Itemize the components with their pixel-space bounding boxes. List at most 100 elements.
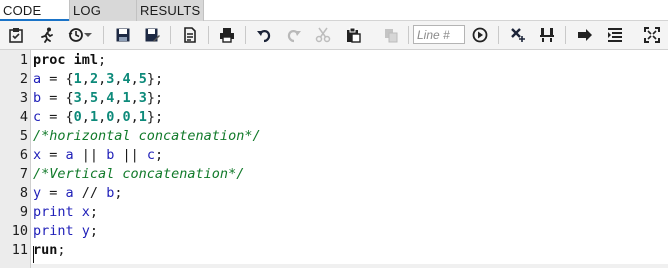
line-number: 9 — [19, 204, 28, 220]
code-text[interactable]: /*Vertical concatenation*/ — [33, 165, 244, 184]
code-text[interactable]: print y; — [33, 222, 98, 241]
code-token: print — [33, 204, 74, 220]
code-token: , — [98, 90, 107, 106]
code-token: , — [81, 109, 90, 125]
code-token: = — [41, 185, 66, 201]
code-text[interactable]: y = a // b; — [33, 184, 122, 203]
code-token: , — [81, 71, 90, 87]
toolbar-separator — [565, 26, 566, 44]
code-token: , — [114, 109, 123, 125]
code-token: }; — [146, 90, 164, 106]
code-token: // — [73, 185, 107, 201]
code-token: 0 — [122, 109, 131, 125]
code-line[interactable]: 4 c = {0,1,0,0,1}; — [0, 108, 668, 127]
editor-toolbar — [0, 21, 668, 50]
code-editor[interactable]: 1 proc iml; 2 a = {1,2,3,4,5}; 3 b = {3,5,4,1… — [0, 50, 668, 268]
code-token: x — [33, 147, 42, 163]
code-token: || — [114, 147, 147, 163]
redo-icon[interactable] — [284, 26, 304, 44]
toolbar-separator — [498, 26, 499, 44]
code-line[interactable]: 6 x = a || b || c; — [0, 146, 668, 165]
tab-results[interactable]: RESULTS — [136, 0, 204, 21]
submit-icon[interactable] — [575, 26, 595, 44]
code-token: , — [130, 71, 139, 87]
code-token: c — [33, 109, 42, 125]
code-token: proc iml — [33, 52, 99, 68]
code-line[interactable]: 10 print y; — [0, 222, 668, 241]
format-code-icon[interactable] — [537, 26, 557, 44]
code-token: 1 — [138, 109, 147, 125]
code-token: , — [98, 109, 107, 125]
copy-icon[interactable] — [381, 26, 401, 44]
line-number: 3 — [19, 90, 28, 106]
code-token: 1 — [122, 90, 131, 106]
code-line[interactable]: 8 y = a // b; — [0, 184, 668, 203]
document-icon[interactable] — [180, 26, 200, 44]
code-text[interactable]: b = {3,5,4,1,3}; — [33, 89, 163, 108]
code-token: c — [146, 147, 155, 163]
cut-icon[interactable] — [313, 26, 333, 44]
code-token: print — [33, 223, 74, 239]
code-line[interactable]: 11 run; — [0, 241, 668, 260]
code-token: 1 — [73, 71, 82, 87]
code-token: ; — [89, 204, 99, 220]
code-token: y — [81, 223, 90, 239]
save-as-icon[interactable] — [142, 26, 162, 44]
code-token: , — [98, 71, 107, 87]
code-text[interactable]: a = {1,2,3,4,5}; — [33, 70, 163, 89]
clipboard-icon[interactable] — [6, 26, 26, 44]
running-person-icon[interactable] — [37, 26, 57, 44]
code-token: /*Vertical concatenation*/ — [33, 166, 245, 182]
list-icon[interactable] — [605, 26, 625, 44]
line-number: 5 — [19, 128, 28, 144]
print-icon[interactable] — [217, 26, 237, 44]
tab-code[interactable]: CODE — [0, 0, 69, 21]
line-number: 6 — [19, 147, 28, 163]
code-token: a — [33, 71, 42, 87]
code-line[interactable]: 2a = {1,2,3,4,5}; — [0, 70, 668, 89]
code-line[interactable]: 1 proc iml; — [0, 51, 668, 70]
line-number: 7 — [19, 166, 28, 182]
code-token: y — [33, 185, 42, 201]
code-token: 1 — [89, 109, 99, 125]
horizontal-scrollbar[interactable] — [31, 264, 668, 268]
code-token: = — [41, 147, 66, 163]
line-number-input[interactable] — [413, 25, 465, 44]
dropdown-arrow-icon[interactable] — [83, 26, 93, 44]
code-token: 0 — [73, 109, 82, 125]
code-token: }; — [146, 109, 164, 125]
code-token: a — [65, 185, 74, 201]
code-line[interactable]: 7 /*Vertical concatenation*/ — [0, 165, 668, 184]
save-icon[interactable] — [113, 26, 133, 44]
go-arrow-icon[interactable] — [470, 26, 490, 44]
code-token: , — [114, 71, 123, 87]
code-token: b — [33, 90, 42, 106]
code-text[interactable]: x = a || b || c; — [33, 146, 163, 165]
code-line[interactable]: 5 /*horizontal concatenation*/ — [0, 127, 668, 146]
code-token: = { — [41, 109, 74, 125]
code-line[interactable]: 9 print x; — [0, 203, 668, 222]
code-text[interactable]: run; — [33, 241, 66, 260]
undo-icon[interactable] — [254, 26, 274, 44]
code-token: || — [73, 147, 107, 163]
code-token: 5 — [89, 90, 99, 106]
code-text[interactable]: /*horizontal concatenation*/ — [33, 127, 261, 146]
code-token: x — [81, 204, 90, 220]
code-token: , — [81, 90, 90, 106]
code-token: ; — [114, 185, 123, 201]
code-text[interactable]: c = {0,1,0,0,1}; — [33, 108, 163, 127]
line-number: 10 — [11, 223, 28, 239]
code-line[interactable]: 3b = {3,5,4,1,3}; — [0, 89, 668, 108]
code-text[interactable]: print x; — [33, 203, 98, 222]
paste-icon[interactable] — [343, 26, 363, 44]
code-token: /*horizontal concatenation*/ — [33, 128, 261, 144]
toolbar-separator — [208, 26, 209, 44]
line-number: 8 — [19, 185, 28, 201]
clear-icon[interactable] — [508, 26, 528, 44]
toolbar-separator — [408, 26, 409, 44]
maximize-icon[interactable] — [642, 26, 662, 44]
code-text[interactable]: proc iml; — [33, 51, 106, 70]
code-token: ; — [89, 223, 99, 239]
tab-log[interactable]: LOG — [69, 0, 137, 21]
